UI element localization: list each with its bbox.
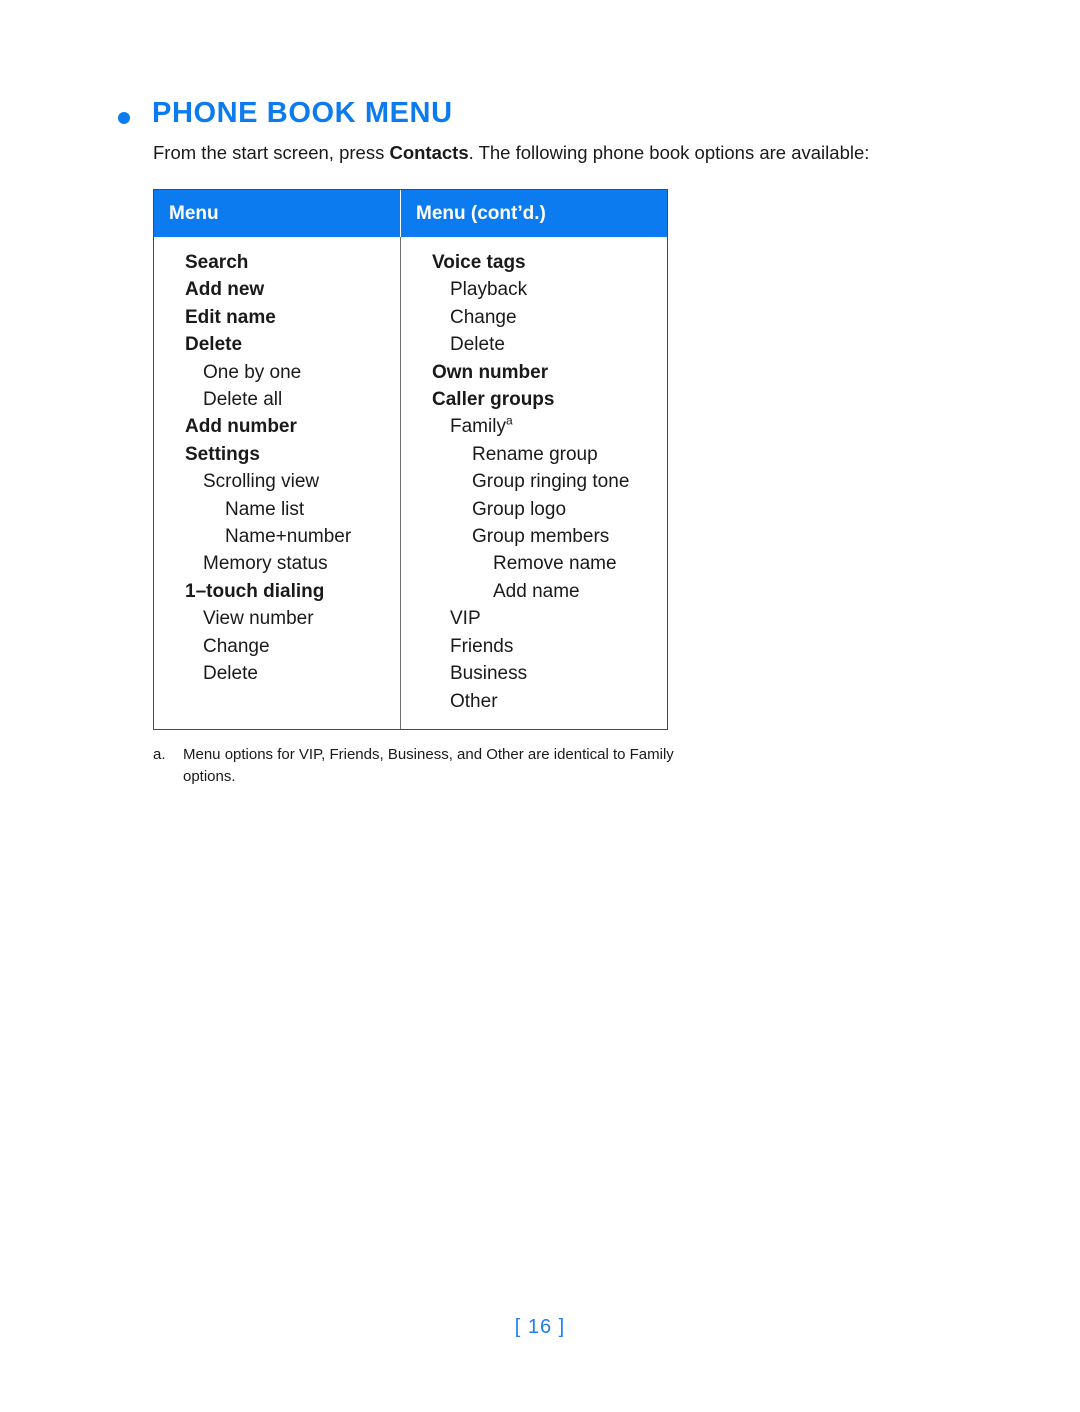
page-heading: PHONE BOOK MENU — [118, 97, 958, 129]
table-header-menu: Menu — [154, 190, 401, 237]
menu-item: View number — [203, 608, 314, 630]
menu-item: Name+number — [225, 526, 352, 548]
page-number: [ 16 ] — [514, 1316, 566, 1338]
table-header-row: Menu Menu (cont’d.) — [154, 190, 667, 237]
menu-item: Group logo — [472, 498, 567, 520]
page-title: PHONE BOOK MENU — [152, 97, 453, 129]
menu-item: Delete — [203, 663, 258, 685]
intro-text-bold: Contacts — [389, 142, 469, 163]
bullet-dot-icon — [118, 112, 130, 124]
menu-item: Other — [450, 690, 498, 712]
menu-item: Playback — [450, 279, 528, 301]
menu-item: Delete all — [203, 389, 283, 411]
menu-item: Business — [450, 663, 528, 685]
intro-text-before: From the start screen, press — [153, 142, 390, 163]
menu-item: Change — [450, 306, 517, 328]
menu-item: Name list — [225, 498, 305, 520]
menu-item: Add name — [493, 580, 580, 602]
menu-item: Add number — [185, 416, 297, 438]
menu-item: Remove name — [493, 553, 617, 575]
menu-item: 1–touch dialing — [185, 580, 325, 602]
menu-table: Menu Menu (cont’d.) Search Add new Edit na… — [153, 189, 668, 730]
menu-item: VIP — [450, 608, 481, 630]
footnote-reference: a — [505, 414, 513, 429]
menu-item: Change — [203, 635, 270, 657]
table-header-menu-contd: Menu (cont’d.) — [416, 202, 546, 224]
document-page: PHONE BOOK MENU From the start screen, p… — [0, 0, 1080, 1412]
menu-item: Voice tags — [432, 252, 526, 273]
menu-item: Search — [185, 252, 249, 273]
menu-item: Settings — [185, 443, 260, 465]
menu-item: Delete — [185, 334, 243, 356]
intro-text-after: . The following phone book options are a… — [468, 142, 870, 163]
menu-item: Edit name — [185, 306, 276, 328]
menu-item: Caller groups — [432, 389, 555, 411]
menu-item: Scrolling view — [203, 471, 320, 493]
menu-item: Group ringing tone — [472, 471, 630, 493]
menu-item: Group members — [472, 526, 610, 548]
menu-item: Delete — [450, 334, 505, 356]
menu-item: Add new — [185, 279, 265, 301]
menu-column-right: Voice tags Playback Change Delete Own number… — [401, 237, 667, 729]
menu-item: Familya — [450, 414, 513, 438]
footnote-text: Menu options for VIP, Friends, Business,… — [183, 746, 674, 785]
intro-paragraph: From the start screen, press Contacts. T… — [153, 141, 963, 166]
menu-column-left: Search Add new Edit name Delete One by one De… — [154, 237, 401, 729]
menu-item: Own number — [432, 361, 549, 383]
menu-item: One by one — [203, 361, 302, 383]
table-footnote: a. Menu options for VIP, Friends, Busine… — [153, 744, 713, 788]
menu-item: Rename group — [472, 443, 598, 465]
menu-item: Friends — [450, 635, 514, 657]
table-body: Search Add new Edit name Delete One by one De… — [154, 237, 667, 729]
footnote-marker: a. — [153, 746, 166, 763]
menu-item: Memory status — [203, 553, 328, 575]
